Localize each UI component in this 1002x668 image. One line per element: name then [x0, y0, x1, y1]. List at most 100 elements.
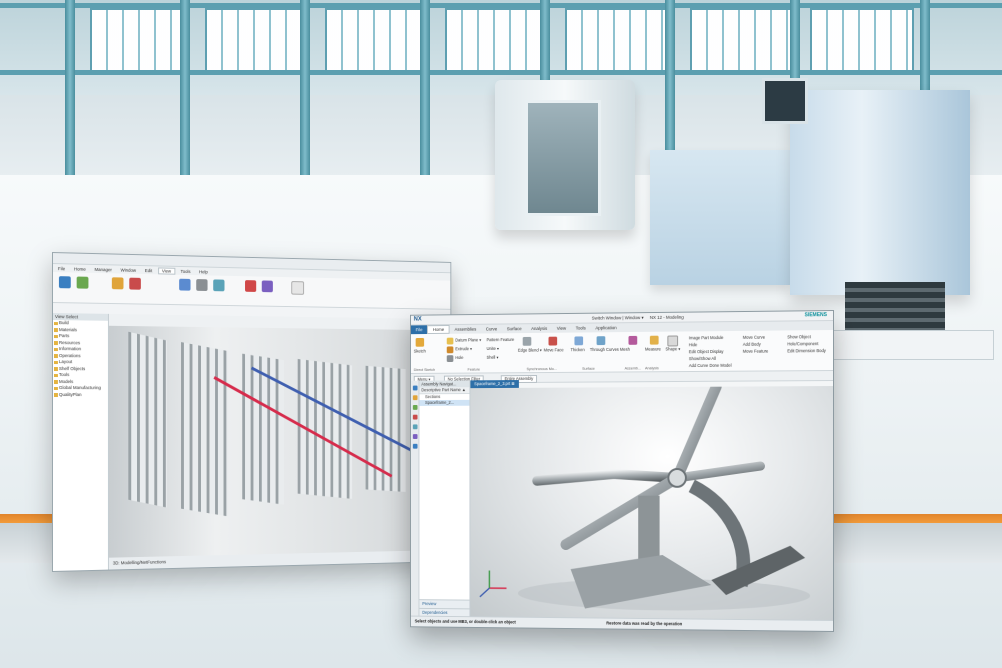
tab-analysis[interactable]: Analysis [526, 326, 552, 331]
roles-icon[interactable] [412, 434, 418, 439]
tab-help[interactable]: Help [196, 269, 210, 274]
group-label: Synchronous Mo... [526, 367, 557, 372]
assembly-navigator-icon[interactable] [412, 385, 418, 391]
more-command[interactable]: Show/Show All [689, 356, 716, 361]
sketch-button[interactable]: Sketch [414, 349, 426, 354]
status-message: Restore data was read by the operation [606, 620, 683, 627]
tab-curve[interactable]: Curve [481, 326, 502, 331]
datum-plane-icon[interactable] [446, 337, 454, 345]
reuse-library-icon[interactable] [412, 414, 418, 420]
part-navigator-icon[interactable] [412, 395, 418, 401]
group-label: Surface [582, 366, 595, 371]
simulation-icon[interactable] [129, 277, 141, 290]
3d-model-viewport[interactable] [470, 386, 834, 621]
tab-assemblies[interactable]: Assemblies [450, 327, 481, 332]
group-label: Analysis [644, 366, 659, 371]
group-label: Direct Sketch [413, 367, 436, 372]
edge-blend-button[interactable]: Edge Blend ▾ [518, 348, 542, 353]
new-icon[interactable] [58, 276, 71, 289]
window-title: NX 12 - Modeling [649, 314, 684, 320]
history-icon[interactable] [412, 404, 418, 410]
tab-application[interactable]: Application [591, 325, 622, 330]
3d-factory-viewport[interactable] [108, 325, 451, 558]
assembly-navigator: Assembly Navigat... Descriptive Part Nam… [419, 380, 471, 618]
more-command[interactable]: Edit Object Display [689, 349, 724, 354]
extrude-icon[interactable] [446, 346, 454, 354]
tab-surface[interactable]: Surface [502, 326, 526, 331]
view-command[interactable]: Add Body [743, 342, 761, 347]
unite-button[interactable]: Unite ▾ [487, 346, 499, 351]
hole-icon[interactable] [446, 355, 454, 363]
view-command[interactable]: Edit Dimension Body [787, 348, 826, 353]
tab-tools[interactable]: Tools [571, 326, 591, 331]
tab-manager[interactable]: Manager [92, 266, 115, 271]
transport-cart [820, 330, 994, 360]
tab-file[interactable]: File [55, 266, 68, 271]
more-command[interactable]: Hide [689, 342, 697, 347]
tab-edit[interactable]: Edit [142, 268, 155, 273]
extrude-button[interactable]: Extrude ▾ [455, 346, 472, 351]
view-command[interactable]: Move Curve [743, 335, 765, 340]
hole-button[interactable]: Hole [455, 355, 463, 360]
tab-view[interactable]: View [157, 266, 175, 275]
thicken-button[interactable]: Thicken [571, 347, 585, 352]
pattern-feature-button[interactable]: Pattern Feature [487, 337, 515, 342]
through-curves-button[interactable]: Through Curves Mesh [590, 347, 630, 352]
camera-icon[interactable] [196, 279, 208, 292]
move-face-icon[interactable] [548, 336, 558, 346]
tab-home[interactable]: Home [427, 325, 450, 335]
view-command[interactable]: Show Object [787, 334, 811, 339]
siemens-logo: SIEMENS [804, 312, 828, 319]
shell-button[interactable]: Shell ▾ [487, 355, 499, 360]
measure-icon[interactable] [649, 335, 659, 345]
resource-bar [410, 380, 420, 617]
skylight [205, 8, 304, 74]
sketch-icon[interactable] [415, 337, 425, 347]
shape-icon[interactable] [667, 335, 679, 347]
model-icon[interactable] [111, 277, 124, 290]
production-line [128, 331, 167, 508]
edge-blend-icon[interactable] [522, 336, 532, 346]
tree-node-spaceframe[interactable]: Spaceframe_2... [419, 399, 470, 406]
record-icon[interactable] [245, 280, 257, 292]
plant-simulation-window: File Home Manager Window Edit View Tools… [52, 252, 452, 572]
system-icon[interactable] [412, 443, 418, 449]
view-command[interactable]: Hole/Component [787, 341, 818, 346]
assembly-icon[interactable] [628, 335, 638, 345]
light-icon[interactable] [261, 280, 273, 293]
web-browser-icon[interactable] [412, 424, 418, 430]
production-line [242, 353, 284, 505]
class-library-tree: View Select Build Materials Parts Resour… [52, 313, 109, 571]
skylight [690, 8, 794, 74]
machine-housing [650, 150, 790, 285]
tab-tools[interactable]: Tools [178, 268, 194, 273]
more-command[interactable]: Image Part Module [689, 335, 724, 340]
datum-plane-button[interactable]: Datum Plane ▾ [455, 337, 481, 342]
robot-cell-machine [495, 80, 635, 230]
measure-button[interactable]: Measure [645, 347, 661, 352]
tree-node[interactable]: QualityPlan [53, 392, 108, 399]
switch-window-control[interactable]: Switch Window | Window ▾ [592, 313, 644, 322]
tab-home[interactable]: Home [71, 266, 89, 271]
more-command[interactable]: Add Curve Done Model [689, 363, 732, 368]
tab-view[interactable]: View [552, 326, 571, 331]
view-command[interactable]: Move Feature [743, 349, 768, 354]
thicken-icon[interactable] [574, 336, 584, 346]
cnc-machine [762, 78, 970, 295]
layout-icon[interactable] [179, 278, 191, 291]
steel-column [420, 0, 430, 190]
grid-icon[interactable] [291, 281, 305, 295]
shape-button[interactable]: Shape ▾ [665, 346, 680, 351]
group-label: Assemb... [624, 366, 642, 371]
roof-beam [0, 3, 1002, 8]
roof-beam [0, 70, 1002, 75]
move-face-button[interactable]: Move Face [544, 347, 564, 352]
open-icon[interactable] [76, 276, 89, 289]
spaceframe-model [470, 386, 811, 621]
through-curves-icon[interactable] [596, 336, 606, 346]
tab-file[interactable]: File [410, 325, 428, 335]
skylight [325, 8, 424, 74]
tab-window[interactable]: Window [118, 267, 139, 272]
render-icon[interactable] [213, 279, 225, 292]
group-label: Feature [467, 367, 480, 372]
